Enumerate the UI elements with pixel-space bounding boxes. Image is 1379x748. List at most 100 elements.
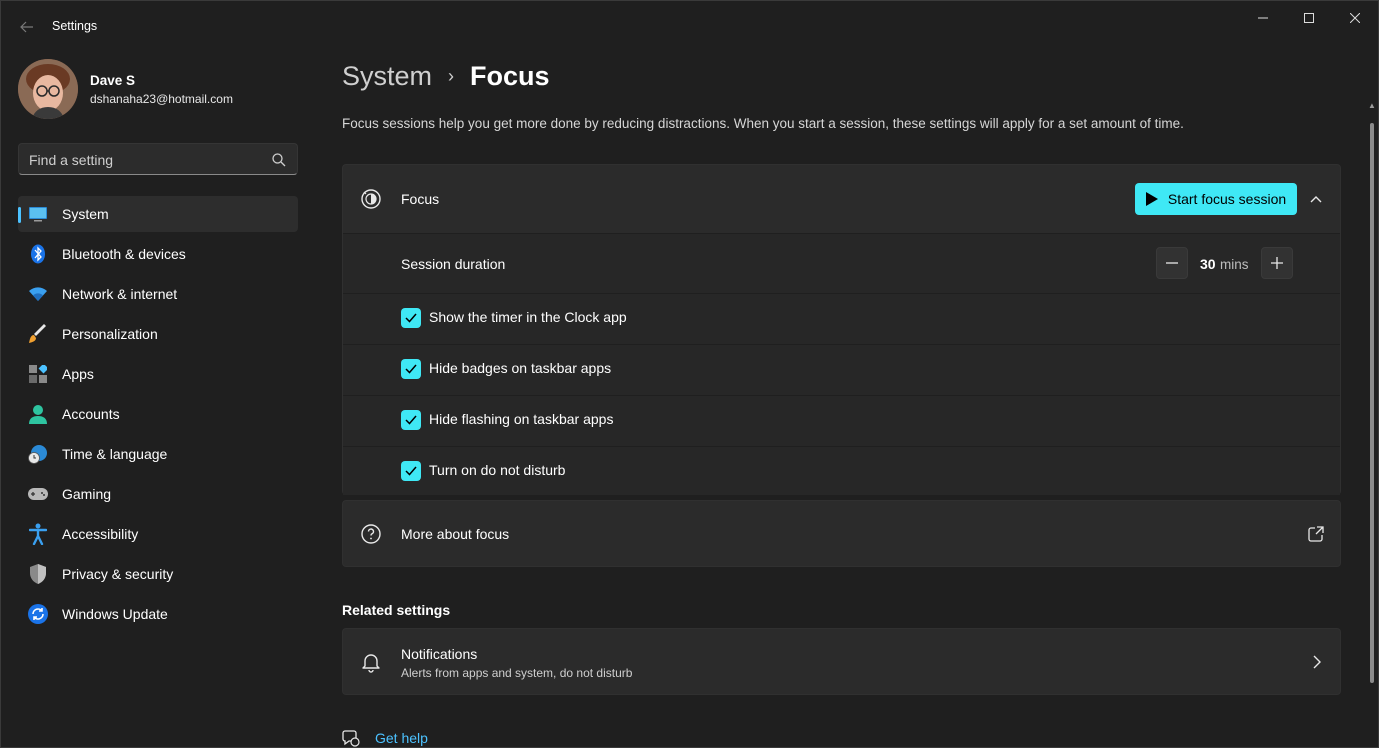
bluetooth-icon [28,244,48,264]
back-button[interactable] [13,13,41,41]
plus-icon [1271,257,1283,269]
session-duration-label: Session duration [401,256,506,272]
notifications-card[interactable]: Notifications Alerts from apps and syste… [342,628,1341,695]
option-row-hide-badges[interactable]: Hide badges on taskbar apps [343,344,1340,395]
sidebar-item-time-language[interactable]: Time & language [18,436,298,472]
shield-icon [28,564,48,584]
focus-header-row[interactable]: Focus Start focus session [343,165,1340,233]
maximize-icon [1304,13,1314,23]
system-icon [28,204,48,224]
sidebar-item-accessibility[interactable]: Accessibility [18,516,298,552]
checkmark-icon [405,415,417,425]
breadcrumb-parent[interactable]: System [342,61,432,92]
sidebar-item-gaming[interactable]: Gaming [18,476,298,512]
duration-value: 30 [1200,256,1216,272]
sidebar-item-privacy-security[interactable]: Privacy & security [18,556,298,592]
checkmark-icon [405,313,417,323]
chat-help-icon [342,730,360,747]
sidebar-item-label: Privacy & security [62,566,174,582]
accessibility-icon [28,523,48,545]
option-label: Hide badges on taskbar apps [429,360,612,376]
option-row-hide-flashing[interactable]: Hide flashing on taskbar apps [343,395,1340,446]
user-profile[interactable]: Dave S dshanaha23@hotmail.com [18,59,233,119]
option-label: Hide flashing on taskbar apps [429,411,614,427]
search-icon[interactable] [271,152,287,168]
sidebar-item-windows-update[interactable]: Windows Update [18,596,298,632]
sidebar-item-personalization[interactable]: Personalization [18,316,298,352]
external-link-icon [1308,526,1324,542]
page-description: Focus sessions help you get more done by… [342,116,1184,131]
focus-title: Focus [401,191,440,207]
chevron-right-icon [1313,655,1321,669]
back-arrow-icon [20,21,33,33]
decrease-duration-button[interactable] [1156,247,1188,279]
gamepad-icon [28,484,48,504]
get-help-label: Get help [375,730,428,746]
profile-text: Dave S dshanaha23@hotmail.com [90,73,233,106]
title-bar: Settings [1,1,1378,49]
checkbox-hide-badges[interactable] [401,359,421,379]
app-title: Settings [52,19,98,33]
sidebar-item-label: Accessibility [62,526,139,542]
sidebar-item-accounts[interactable]: Accounts [18,396,298,432]
globe-clock-icon [28,444,48,464]
scrollbar[interactable]: ▲ [1367,101,1377,748]
page-title: Focus [470,61,550,91]
start-focus-session-button[interactable]: Start focus session [1135,183,1297,215]
option-label: Show the timer in the Clock app [429,309,627,325]
scroll-thumb[interactable] [1370,123,1374,683]
notifications-subtitle: Alerts from apps and system, do not dist… [401,666,633,680]
notifications-title: Notifications [401,646,478,662]
minimize-button[interactable] [1240,1,1286,35]
get-help-link[interactable]: Get help [342,729,428,747]
sidebar-item-network[interactable]: Network & internet [18,276,298,312]
close-button[interactable] [1332,1,1378,35]
settings-window: Settings Dave S dshanaha23@hotmail.com F… [0,0,1379,748]
profile-name: Dave S [90,72,136,88]
sidebar-item-label: Accounts [62,406,120,422]
related-settings-heading: Related settings [342,602,451,618]
search-box[interactable] [18,143,298,175]
sidebar-item-label: Apps [62,366,94,382]
close-icon [1350,13,1360,23]
checkmark-icon [405,364,417,374]
sidebar-item-label: Gaming [62,486,112,502]
option-row-clock-timer[interactable]: Show the timer in the Clock app [343,293,1340,344]
avatar [18,59,78,119]
sidebar-item-label: Time & language [62,446,168,462]
checkbox-clock-timer[interactable] [401,308,421,328]
brush-icon [28,324,48,344]
minimize-icon [1258,17,1268,19]
sidebar-item-label: Bluetooth & devices [62,246,186,262]
maximize-button[interactable] [1286,1,1332,35]
checkbox-do-not-disturb[interactable] [401,461,421,481]
start-focus-session-label: Start focus session [1167,191,1287,207]
more-about-focus-card[interactable]: More about focus [342,500,1341,567]
duration-unit: mins [1220,257,1249,272]
wifi-icon [28,284,48,304]
sidebar-item-label: Network & internet [62,286,178,302]
profile-email: dshanaha23@hotmail.com [90,91,233,106]
apps-icon [28,364,48,384]
sidebar-item-system[interactable]: System [18,196,298,232]
minus-icon [1166,262,1178,264]
sidebar-item-bluetooth[interactable]: Bluetooth & devices [18,236,298,272]
sidebar-item-label: Personalization [62,326,158,342]
play-icon [1145,192,1158,206]
breadcrumb-separator: › [448,66,455,86]
sidebar-item-apps[interactable]: Apps [18,356,298,392]
bell-icon [362,654,380,673]
update-icon [28,604,48,624]
person-icon [28,404,48,424]
scroll-up-icon[interactable]: ▲ [1368,101,1376,110]
increase-duration-button[interactable] [1261,247,1293,279]
option-label: Turn on do not disturb [429,462,566,478]
search-input[interactable] [29,150,259,170]
focus-icon [361,189,381,209]
sidebar-item-label: Windows Update [62,606,168,622]
session-duration-row: Session duration 30 mins [343,233,1340,293]
checkbox-hide-flashing[interactable] [401,410,421,430]
checkmark-icon [405,466,417,476]
option-row-do-not-disturb[interactable]: Turn on do not disturb [343,446,1340,495]
chevron-up-icon[interactable] [1305,188,1327,210]
